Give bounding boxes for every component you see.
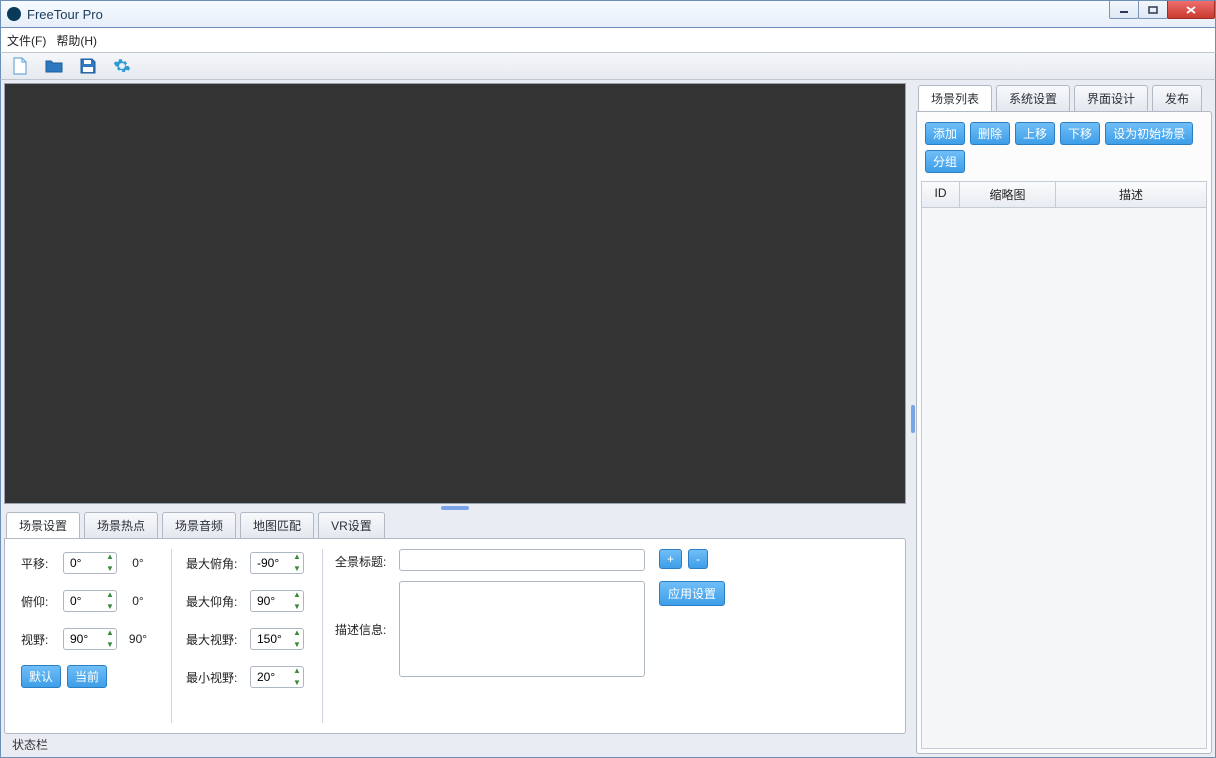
delete-button[interactable]: 删除: [970, 122, 1010, 145]
right-tabs: 场景列表 系统设置 界面设计 发布: [916, 83, 1212, 111]
left-column: 场景设置 场景热点 场景音频 地图匹配 VR设置 平移: ▲▼ 0°: [4, 83, 906, 754]
scene-list-body: 添加 删除 上移 下移 设为初始场景 分组 ID 缩略图 描述: [916, 111, 1212, 754]
max-fov-up-icon[interactable]: ▲: [292, 629, 302, 637]
fov-up-icon[interactable]: ▲: [105, 629, 115, 637]
window-titlebar: FreeTour Pro: [0, 0, 1216, 28]
tilt-readout: 0°: [123, 594, 153, 608]
window-title: FreeTour Pro: [27, 7, 103, 22]
statusbar: 状态栏: [4, 734, 906, 754]
bottom-panel: 场景设置 场景热点 场景音频 地图匹配 VR设置 平移: ▲▼ 0°: [4, 512, 906, 734]
fov-down-icon[interactable]: ▼: [105, 641, 115, 649]
scene-settings-body: 平移: ▲▼ 0° 俯仰: ▲▼ 0°: [4, 538, 906, 734]
add-button[interactable]: 添加: [925, 122, 965, 145]
action-column: + - 应用设置: [645, 549, 725, 723]
tab-scene-hotspots[interactable]: 场景热点: [84, 512, 158, 538]
fov-spinner[interactable]: ▲▼: [63, 628, 117, 650]
tab-ui-design[interactable]: 界面设计: [1074, 85, 1148, 111]
menubar: 文件(F) 帮助(H): [0, 28, 1216, 52]
pano-title-label: 全景标题:: [335, 549, 391, 570]
minus-button[interactable]: -: [688, 549, 708, 569]
min-fov-up-icon[interactable]: ▲: [292, 667, 302, 675]
col-id[interactable]: ID: [922, 182, 960, 207]
tab-publish[interactable]: 发布: [1152, 85, 1202, 111]
tab-system-settings[interactable]: 系统设置: [996, 85, 1070, 111]
menu-file[interactable]: 文件(F): [7, 32, 46, 49]
move-down-button[interactable]: 下移: [1060, 122, 1100, 145]
pano-title-input[interactable]: [399, 549, 645, 571]
max-tilt-spinner[interactable]: ▲▼: [250, 552, 304, 574]
apply-settings-button[interactable]: 应用设置: [659, 581, 725, 606]
tab-scene-list[interactable]: 场景列表: [918, 85, 992, 111]
fov-readout: 90°: [123, 632, 153, 646]
orientation-column: 平移: ▲▼ 0° 俯仰: ▲▼ 0°: [13, 549, 172, 723]
min-tilt-label: 最大仰角:: [186, 593, 244, 610]
tilt-down-icon[interactable]: ▼: [105, 603, 115, 611]
tab-map-match[interactable]: 地图匹配: [240, 512, 314, 538]
minimize-button[interactable]: [1109, 1, 1139, 19]
max-fov-down-icon[interactable]: ▼: [292, 641, 302, 649]
menu-help[interactable]: 帮助(H): [56, 32, 97, 49]
pan-label: 平移:: [21, 555, 57, 572]
col-thumb[interactable]: 缩略图: [960, 182, 1056, 207]
tilt-label: 俯仰:: [21, 593, 57, 610]
panorama-viewport[interactable]: [4, 83, 906, 504]
tilt-up-icon[interactable]: ▲: [105, 591, 115, 599]
scene-list-toolbar: 添加 删除 上移 下移 设为初始场景 分组: [917, 112, 1211, 181]
gear-icon[interactable]: [113, 57, 131, 75]
close-button[interactable]: [1167, 1, 1215, 19]
col-desc[interactable]: 描述: [1056, 182, 1206, 207]
bottom-tabs: 场景设置 场景热点 场景音频 地图匹配 VR设置: [4, 512, 906, 538]
tab-scene-audio[interactable]: 场景音频: [162, 512, 236, 538]
set-initial-button[interactable]: 设为初始场景: [1105, 122, 1193, 145]
min-tilt-spinner[interactable]: ▲▼: [250, 590, 304, 612]
pan-up-icon[interactable]: ▲: [105, 553, 115, 561]
min-fov-label: 最小视野:: [186, 669, 244, 686]
tab-scene-settings[interactable]: 场景设置: [6, 512, 80, 538]
new-file-icon[interactable]: [11, 57, 29, 75]
max-fov-spinner[interactable]: ▲▼: [250, 628, 304, 650]
statusbar-text: 状态栏: [12, 738, 48, 752]
limits-column: 最大俯角: ▲▼ 最大仰角: ▲▼ 最大视野: [172, 549, 323, 723]
content-area: 场景设置 场景热点 场景音频 地图匹配 VR设置 平移: ▲▼ 0°: [0, 80, 1216, 758]
tab-vr-settings[interactable]: VR设置: [318, 512, 385, 538]
max-tilt-up-icon[interactable]: ▲: [292, 553, 302, 561]
toolbar: [0, 52, 1216, 80]
desc-label: 描述信息:: [335, 581, 391, 638]
move-up-button[interactable]: 上移: [1015, 122, 1055, 145]
scene-table-body[interactable]: [921, 208, 1207, 749]
min-tilt-up-icon[interactable]: ▲: [292, 591, 302, 599]
fov-label: 视野:: [21, 631, 57, 648]
pan-spinner[interactable]: ▲▼: [63, 552, 117, 574]
max-fov-label: 最大视野:: [186, 631, 244, 648]
min-fov-spinner[interactable]: ▲▼: [250, 666, 304, 688]
max-tilt-label: 最大俯角:: [186, 555, 244, 572]
app-icon: [7, 7, 21, 21]
pan-readout: 0°: [123, 556, 153, 570]
maximize-button[interactable]: [1138, 1, 1168, 19]
group-button[interactable]: 分组: [925, 150, 965, 173]
min-tilt-down-icon[interactable]: ▼: [292, 603, 302, 611]
max-tilt-down-icon[interactable]: ▼: [292, 565, 302, 573]
save-disk-icon[interactable]: [79, 57, 97, 75]
meta-column: 全景标题: 描述信息:: [323, 549, 645, 723]
window-controls: [1110, 1, 1215, 27]
plus-button[interactable]: +: [659, 549, 682, 569]
scene-table-header: ID 缩略图 描述: [921, 181, 1207, 208]
default-button[interactable]: 默认: [21, 665, 61, 688]
horizontal-splitter[interactable]: [4, 504, 906, 512]
current-button[interactable]: 当前: [67, 665, 107, 688]
right-panel: 场景列表 系统设置 界面设计 发布 添加 删除 上移 下移 设为初始场景 分组 …: [916, 83, 1212, 754]
min-fov-down-icon[interactable]: ▼: [292, 679, 302, 687]
open-folder-icon[interactable]: [45, 57, 63, 75]
desc-textarea[interactable]: [399, 581, 645, 677]
tilt-spinner[interactable]: ▲▼: [63, 590, 117, 612]
pan-down-icon[interactable]: ▼: [105, 565, 115, 573]
